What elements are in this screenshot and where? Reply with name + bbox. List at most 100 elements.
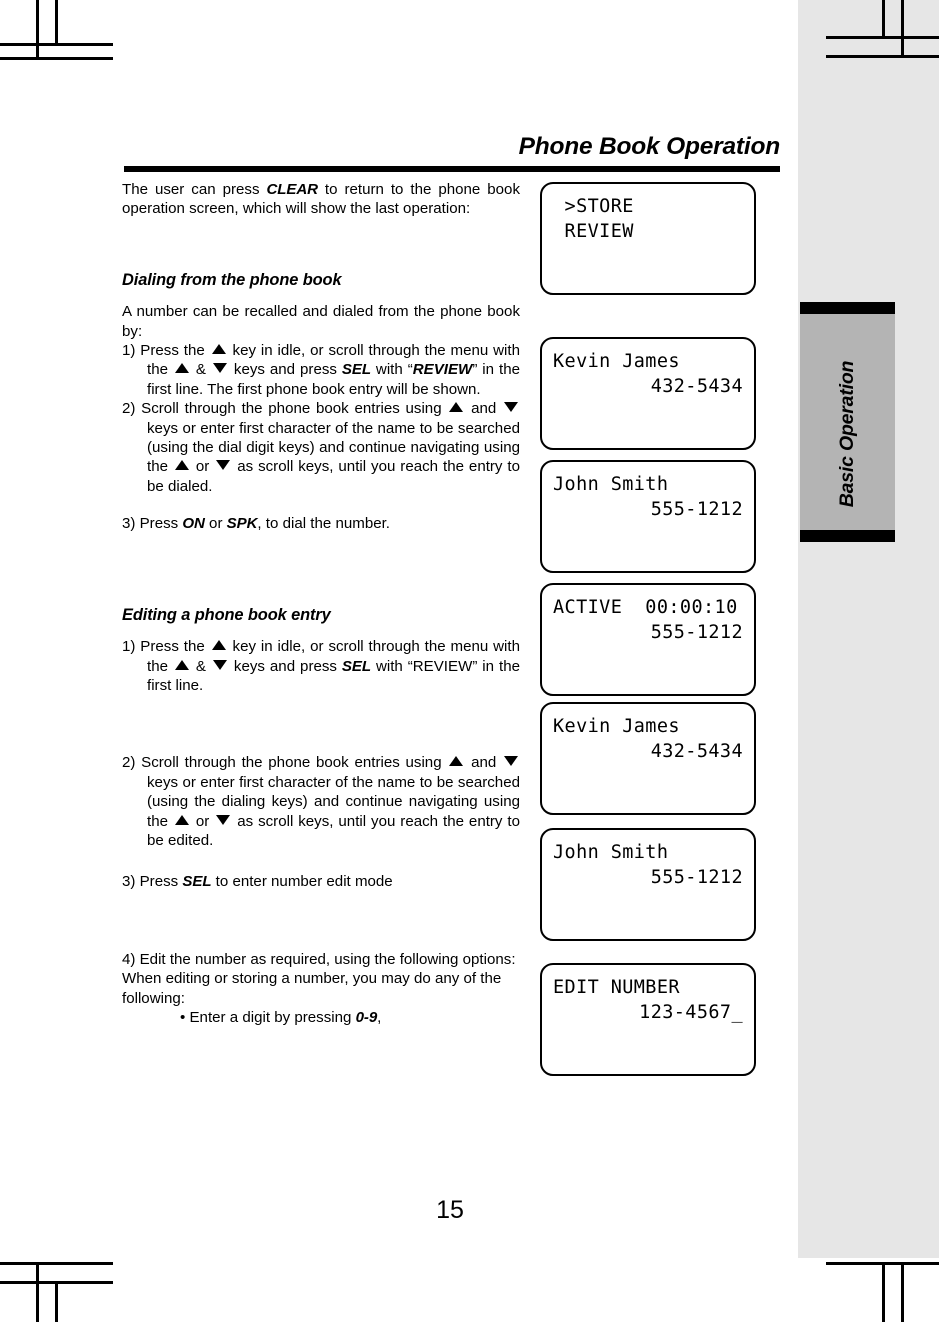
arrow-down-icon [212,659,227,670]
step-number: 1) [122,638,136,656]
step-text: or [190,458,215,476]
lcd-line: 432-5434 [650,376,743,397]
crop-mark [36,1262,39,1322]
crop-mark [0,43,113,46]
right-bleed-panel [798,0,939,1258]
heading-dialing: Dialing from the phone book [122,270,342,289]
lcd-screen-body: Kevin James 432-5434 [542,339,754,399]
key-sel: SEL [341,361,371,379]
dialing-lead: A number can be recalled and dialed from… [122,303,520,340]
lcd-line: John Smith [553,474,669,495]
arrow-up-icon [449,756,464,767]
editing-step-4: 4) Edit the number as required, using th… [122,950,520,969]
menu-review: REVIEW [412,361,473,379]
dialing-step-3: 3) Press ON or SPK, to dial the number. [122,514,520,533]
key-clear: CLEAR [266,181,318,198]
step-text: Edit the number as required, using the f… [135,950,516,968]
step-text: keys and press [228,657,342,675]
lcd-line: Kevin James [553,351,680,372]
arrow-down-icon [216,814,231,825]
page-number: 15 [436,1196,464,1224]
lcd-line: REVIEW [553,221,634,242]
crop-mark [901,0,904,58]
editing-step-2: 2) Scroll through the phone book entries… [122,753,520,850]
arrow-up-icon [174,460,189,471]
arrow-down-icon [216,460,231,471]
editing-bullet-1: • Enter a digit by pressing 0-9, [122,1008,520,1027]
step-text: to enter number edit mode [211,873,393,891]
crop-mark [55,0,58,43]
arrow-up-icon [174,659,189,670]
key-spk: SPK [226,515,258,533]
lcd-screen-body: >STORE REVIEW [542,184,754,244]
step-text: Press [135,515,183,533]
dialing-step-2: 2) Scroll through the phone book entries… [122,399,520,496]
lcd-line: 555-1212 [650,622,743,643]
lcd-screen-body: EDIT NUMBER 123-4567_ [542,965,754,1025]
lcd-screen-body: ACTIVE 00:00:10 555-1212 [542,585,754,645]
bullet-text: , [377,1008,382,1026]
lcd-line: 555-1212 [650,499,743,520]
lcd-line: >STORE [553,196,634,217]
lcd-screen-john-smith-entry: John Smith 555-1212 [540,460,756,573]
arrow-up-icon [449,402,464,413]
step-text: or [190,812,215,830]
page-title: Phone Book Operation [518,133,781,160]
lcd-line: 123-4567_ [639,1002,743,1023]
arrow-up-icon [174,814,189,825]
arrow-up-icon [174,363,189,374]
crop-mark [36,0,39,57]
lcd-screen-body: John Smith 555-1212 [542,830,754,890]
arrow-down-icon [504,402,518,413]
step-number: 2) [122,400,136,418]
editing-step-1: 1) Press the key in idle, or scroll thro… [122,637,520,695]
crop-mark [901,1264,904,1322]
lcd-line: 432-5434 [650,741,743,762]
when-editing-note: When editing or storing a number, you ma… [122,970,502,1007]
key-on: ON [182,515,205,533]
intro-text-1: The user can press [122,181,267,198]
intro-paragraph: The user can press CLEAR to return to th… [122,180,520,219]
arrow-down-icon [504,756,518,767]
step-text: & [190,657,211,675]
step-number: 3) [122,873,136,891]
body-text-column: The user can press CLEAR to return to th… [122,180,520,1027]
header-rule [124,166,780,172]
lcd-screen-store-review-menu: >STORE REVIEW [540,182,756,295]
step-text: or [204,515,227,533]
dialing-step-1: 1) Press the key in idle, or scroll thro… [122,341,520,399]
bullet-text: • Enter a digit by pressing [180,1008,356,1026]
lcd-screen-kevin-james-entry: Kevin James 432-5434 [540,337,756,450]
crop-mark [0,57,113,60]
key-sel: SEL [341,657,371,675]
lcd-line: John Smith [553,842,669,863]
step-text: keys and press [228,361,342,379]
lcd-screen-active-call: ACTIVE 00:00:10 555-1212 [540,583,756,696]
manual-page: Phone Book Operation The user can press … [0,0,939,1322]
lcd-screen-body: Kevin James 432-5434 [542,704,754,764]
step-text: Scroll through the phone book entries us… [135,400,448,418]
lcd-screen-body: John Smith 555-1212 [542,462,754,522]
step-text: and [465,754,502,772]
step-text: Scroll through the phone book entries us… [135,754,448,772]
step-text: Press the [135,638,210,656]
key-sel: SEL [182,873,212,891]
crop-mark [882,1264,885,1322]
crop-mark [885,1262,939,1265]
section-tab-label: Basic Operation [836,360,858,508]
step-text: with “ [370,361,413,379]
lcd-screen-edit-number: EDIT NUMBER 123-4567_ [540,963,756,1076]
crop-mark [882,0,885,39]
step-text: & [190,361,211,379]
crop-mark [55,1281,58,1322]
crop-mark [0,1262,113,1265]
section-tab-basic-operation: Basic Operation [800,302,895,542]
step-text: Press the [135,342,210,360]
step-number: 4) [122,950,136,968]
